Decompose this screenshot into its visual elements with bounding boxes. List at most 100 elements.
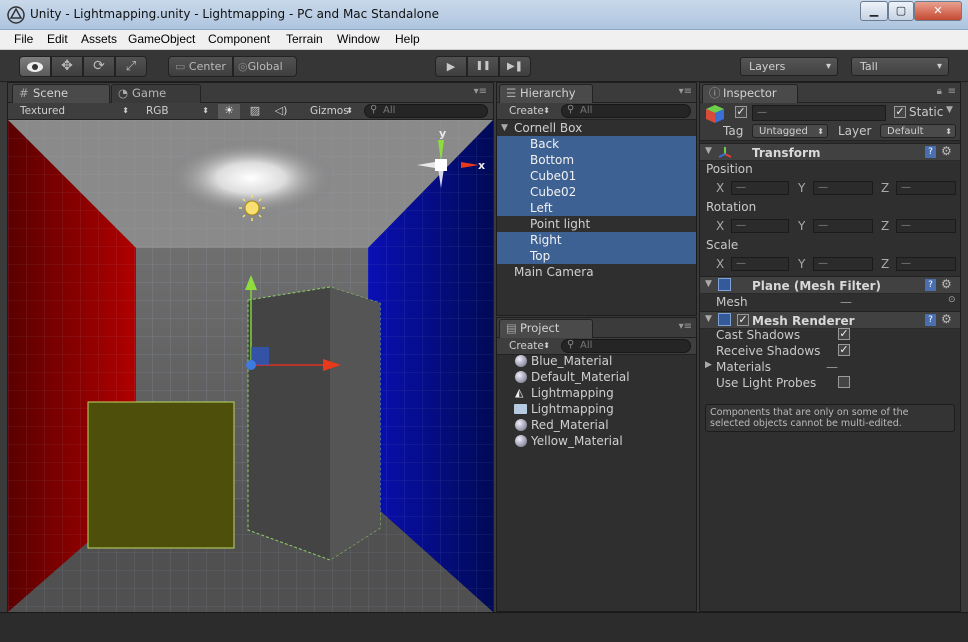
yellow-cube-cube01[interactable] [87, 401, 235, 549]
hierarchy-item-label: Top [530, 249, 551, 263]
layer-dropdown[interactable]: Default [880, 124, 956, 139]
menu-edit[interactable]: Edit [47, 32, 68, 46]
rotate-tool-button[interactable]: ⟳ [83, 56, 115, 77]
menu-terrain[interactable]: Terrain [286, 32, 323, 46]
project-item-red-material[interactable]: Red_Material [497, 417, 696, 433]
gizmo-z-handle[interactable] [246, 360, 256, 370]
help-book-icon[interactable]: ? [925, 279, 936, 291]
help-book-icon[interactable]: ? [925, 314, 936, 326]
menu-file[interactable]: File [14, 32, 33, 46]
gear-icon[interactable]: ⚙ [941, 144, 952, 158]
hierarchy-item-cube02[interactable]: Cube02 [497, 184, 696, 200]
object-picker-icon[interactable]: ⊙ [948, 295, 956, 305]
tab-hierarchy[interactable]: ☰ Hierarchy [499, 84, 593, 103]
hierarchy-item-left[interactable]: Left [497, 200, 696, 216]
project-item-lightmapping-scene[interactable]: ◭ Lightmapping [497, 385, 696, 401]
tab-project[interactable]: ▤ Project [499, 319, 593, 338]
play-button[interactable]: ▶ [435, 56, 467, 77]
project-item-label: Default_Material [531, 370, 630, 384]
mesh-renderer-enabled-checkbox[interactable]: ✓ [737, 314, 749, 326]
project-item-lightmapping-folder[interactable]: Lightmapping [497, 401, 696, 417]
layers-dropdown[interactable]: Layers [740, 57, 838, 76]
tab-game[interactable]: ◔ Game [111, 84, 201, 103]
window-title: Unity - Lightmapping.unity - Lightmappin… [30, 7, 439, 21]
cast-shadows-label: Cast Shadows [716, 328, 801, 342]
hierarchy-item-point-light[interactable]: Point light [497, 216, 696, 232]
inspector-menu-icon[interactable]: ≡ [948, 86, 956, 97]
scene-tabstrip: # Scene ◔ Game ▾≡ [8, 83, 493, 103]
pause-button[interactable]: ❚❚ [467, 56, 499, 77]
rotation-y-field[interactable]: — [813, 219, 873, 233]
project-item-default-material[interactable]: Default_Material [497, 369, 696, 385]
project-item-yellow-material[interactable]: Yellow_Material [497, 433, 696, 449]
hierarchy-search-input[interactable]: All [561, 104, 691, 118]
scene-viewport[interactable]: y x [8, 120, 493, 612]
menu-component[interactable]: Component [208, 32, 270, 46]
scale-tool-button[interactable]: ⤢ [115, 56, 147, 77]
static-checkbox[interactable]: ✓ [894, 106, 906, 118]
object-name-field[interactable]: — [752, 105, 886, 121]
cast-shadows-checkbox[interactable]: ✓ [838, 328, 850, 340]
menu-window[interactable]: Window [337, 32, 380, 46]
project-create-dropdown[interactable]: Create [501, 339, 553, 354]
hierarchy-item-main-camera[interactable]: Main Camera [497, 264, 696, 280]
render-mode-dropdown[interactable]: Textured [14, 104, 132, 119]
tab-inspector[interactable]: ⓘ Inspector [702, 84, 798, 103]
hierarchy-item-back[interactable]: Back [497, 136, 696, 152]
panel-menu-icon[interactable]: ▾≡ [474, 86, 487, 97]
position-x-field[interactable]: — [731, 181, 789, 195]
lock-icon[interactable]: 🔒︎ [937, 86, 942, 97]
menu-gameobject[interactable]: GameObject [128, 32, 195, 46]
scene-fx-toggle[interactable]: ▨ [244, 104, 266, 119]
menu-assets[interactable]: Assets [81, 32, 117, 46]
hierarchy-item-cornell-box[interactable]: ▼ Cornell Box [497, 120, 696, 136]
gizmos-dropdown[interactable]: Gizmos [304, 104, 356, 119]
minimize-button[interactable]: ▁ [860, 1, 888, 21]
scene-search-input[interactable]: All [364, 104, 488, 118]
project-menu-icon[interactable]: ▾≡ [679, 321, 692, 332]
transform-component-header[interactable]: ▼ Transform ? ⚙ [700, 143, 960, 161]
pivot-global-button[interactable]: ◎Global [233, 56, 297, 77]
close-button[interactable]: ✕ [914, 1, 962, 21]
mesh-value[interactable]: — [840, 295, 852, 309]
use-light-probes-checkbox[interactable] [838, 376, 850, 388]
step-button[interactable]: ▶❚ [499, 56, 531, 77]
scene-lighting-toggle[interactable]: ☀ [218, 104, 240, 119]
rotation-x-field[interactable]: — [731, 219, 789, 233]
scale-z-field[interactable]: — [896, 257, 956, 271]
receive-shadows-checkbox[interactable]: ✓ [838, 344, 850, 356]
rotation-z-field[interactable]: — [896, 219, 956, 233]
static-dropdown-arrow-icon[interactable]: ▼ [946, 105, 953, 115]
project-item-blue-material[interactable]: Blue_Material [497, 353, 696, 369]
menu-help[interactable]: Help [395, 32, 420, 46]
hierarchy-menu-icon[interactable]: ▾≡ [679, 86, 692, 97]
scene-audio-toggle[interactable]: ◁) [270, 104, 292, 119]
hierarchy-create-dropdown[interactable]: Create [501, 104, 553, 119]
materials-foldout-arrow-icon[interactable]: ▶ [705, 360, 712, 370]
scale-y-field[interactable]: — [813, 257, 873, 271]
color-mode-dropdown[interactable]: RGB [140, 104, 212, 119]
view-tool-button[interactable] [19, 56, 51, 77]
position-z-field[interactable]: — [896, 181, 956, 195]
position-y-field[interactable]: — [813, 181, 873, 195]
tag-dropdown[interactable]: Untagged [752, 124, 828, 139]
mesh-filter-component-header[interactable]: ▼ Plane (Mesh Filter) ? ⚙ [700, 276, 960, 294]
hierarchy-item-cube01[interactable]: Cube01 [497, 168, 696, 184]
hierarchy-item-right[interactable]: Right [497, 232, 696, 248]
project-search-input[interactable]: All [561, 339, 691, 353]
pivot-center-button[interactable]: ▭ Center [168, 56, 233, 77]
mesh-renderer-component-header[interactable]: ▼ ✓ Mesh Renderer ? ⚙ [700, 311, 960, 329]
hierarchy-item-top[interactable]: Top [497, 248, 696, 264]
maximize-button[interactable]: ▢ [888, 1, 914, 21]
tab-scene[interactable]: # Scene [12, 84, 110, 103]
layout-dropdown[interactable]: Tall [851, 57, 949, 76]
move-tool-button[interactable]: ✥ [51, 56, 83, 77]
gear-icon[interactable]: ⚙ [941, 277, 952, 291]
gear-icon[interactable]: ⚙ [941, 312, 952, 326]
scale-x-field[interactable]: — [731, 257, 789, 271]
hierarchy-item-bottom[interactable]: Bottom [497, 152, 696, 168]
hierarchy-item-label: Left [530, 201, 553, 215]
active-checkbox[interactable]: ✓ [735, 106, 747, 118]
scene-panel: # Scene ◔Game ▾≡ Textured RGB ☀ ▨ ◁) Gizm… [7, 82, 494, 612]
help-book-icon[interactable]: ? [925, 146, 936, 158]
